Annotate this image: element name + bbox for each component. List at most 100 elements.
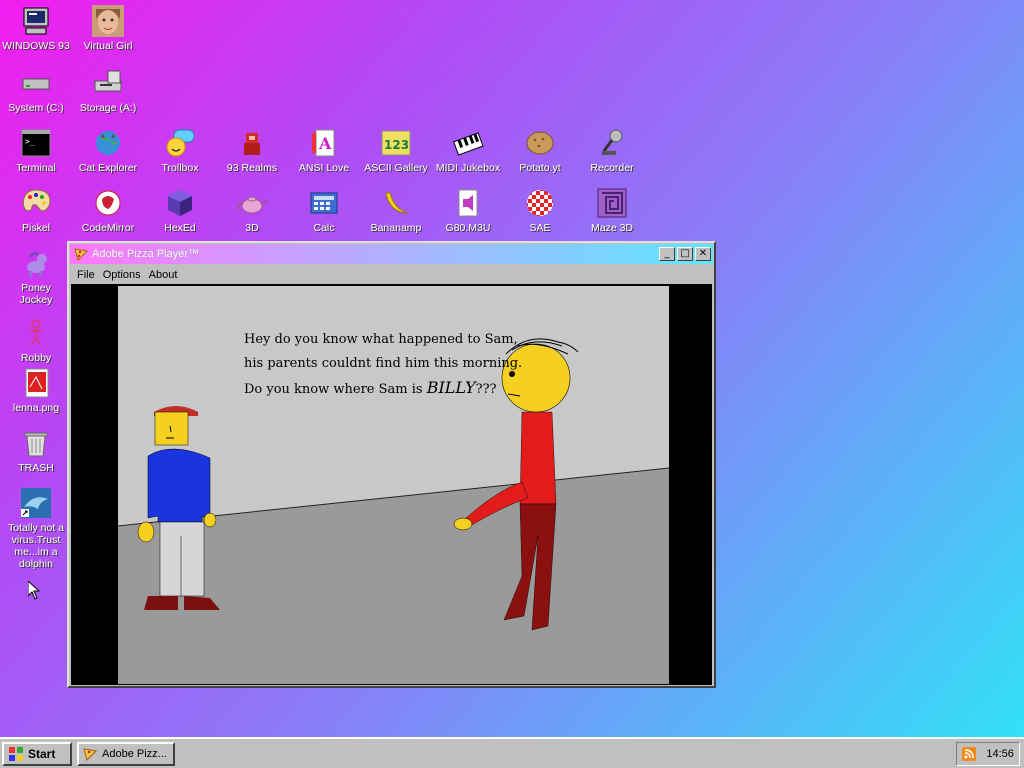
menu-bar: File Options About <box>69 265 714 285</box>
desktop-icon-piskel[interactable]: Piskel <box>0 186 72 234</box>
desktop-icon-label: Bananamp <box>370 222 422 234</box>
desktop-icon-dolphin[interactable]: Totally not a virus.Trust me...im a dolp… <box>0 486 72 570</box>
desktop-icon-codemirror[interactable]: CodeMirror <box>72 186 144 234</box>
realms-icon <box>235 126 269 160</box>
desktop-icon-system-c[interactable]: System (C:) <box>0 66 72 114</box>
desktop-icon-label: Trollbox <box>161 162 199 174</box>
pizza-icon <box>74 248 88 261</box>
system-tray: 14:56 <box>956 742 1020 766</box>
ansi-icon: A <box>307 126 341 160</box>
desktop-icon-virtual-girl[interactable]: Virtual Girl <box>72 4 144 52</box>
maze-icon <box>595 186 629 220</box>
minimize-button[interactable]: _ <box>659 247 675 261</box>
desktop-icon-label: SAE <box>529 222 551 234</box>
desktop-icon-label: HexEd <box>164 222 196 234</box>
animation-scene[interactable]: Hey do you know what happened to Sam, hi… <box>118 286 669 684</box>
desktop-icon-terminal[interactable]: >_ Terminal <box>0 126 72 174</box>
playlist-icon <box>451 186 485 220</box>
desktop-icon-label: System (C:) <box>8 102 64 114</box>
desktop-icon-sae[interactable]: SAE <box>504 186 576 234</box>
menu-file[interactable]: File <box>73 269 99 281</box>
desktop-icon-label: Terminal <box>16 162 56 174</box>
desktop-icon-label: Poney Jockey <box>19 282 53 306</box>
desktop-icon-3d[interactable]: 3D <box>216 186 288 234</box>
face-icon <box>91 4 125 38</box>
svg-text:123: 123 <box>384 138 409 152</box>
cube-icon <box>163 186 197 220</box>
computer-icon <box>19 4 53 38</box>
calculator-icon <box>307 186 341 220</box>
maximize-button[interactable]: □ <box>677 247 693 261</box>
ascii-icon: 123 <box>379 126 413 160</box>
desktop-icon-cat-explorer[interactable]: Cat Explorer <box>72 126 144 174</box>
start-button[interactable]: Start <box>2 742 72 766</box>
desktop-icon-label: Potato.yt <box>519 162 561 174</box>
close-button[interactable]: ✕ <box>695 247 711 261</box>
desktop-icon-label: Totally not a virus.Trust me...im a dolp… <box>7 522 65 570</box>
windows-logo-icon <box>9 747 23 761</box>
desktop-icon-trollbox[interactable]: Trollbox <box>144 126 216 174</box>
desktop-icon-ansi-love[interactable]: A ANSI Love <box>288 126 360 174</box>
desktop-icon-calc[interactable]: Calc <box>288 186 360 234</box>
desktop-icon-label: Recorder <box>590 162 634 174</box>
svg-text:A: A <box>318 134 332 153</box>
mouse-cursor-icon <box>28 581 40 600</box>
flash-player-viewport[interactable]: Hey do you know what happened to Sam, hi… <box>71 284 712 685</box>
chat-icon <box>163 126 197 160</box>
taskbar-item-label: Adobe Pizz... <box>102 748 167 760</box>
dialogue-line-2: his parents couldnt find him this mornin… <box>244 356 523 371</box>
desktop-icon-g80-m3u[interactable]: G80.M3U <box>432 186 504 234</box>
desktop-icon-label: ANSI Love <box>298 162 350 174</box>
rss-feed-icon[interactable] <box>962 747 977 761</box>
menu-about[interactable]: About <box>145 269 182 281</box>
desktop-icon-trash[interactable]: TRASH <box>0 426 72 474</box>
desktop-icon-label: ASCII Gallery <box>364 162 428 174</box>
dolphin-icon <box>19 486 53 520</box>
stickman-icon <box>19 316 53 350</box>
pony-icon <box>19 246 53 280</box>
globe-cat-icon <box>91 126 125 160</box>
window-titlebar[interactable]: Adobe Pizza Player™ _ □ ✕ <box>70 244 713 264</box>
desktop-icon-windows93[interactable]: WINDOWS 93 <box>0 4 72 52</box>
window-title: Adobe Pizza Player™ <box>92 248 199 260</box>
drive-icon <box>19 66 53 100</box>
desktop-icon-midi-jukebox[interactable]: MIDI Jukebox <box>432 126 504 174</box>
desktop-icon-hexed[interactable]: HexEd <box>144 186 216 234</box>
dialogue-text: Hey do you know what happened to Sam, hi… <box>244 328 522 402</box>
potato-icon <box>523 126 557 160</box>
desktop-icon-poney-jockey[interactable]: Poney Jockey <box>0 246 72 306</box>
desktop-icon-storage-a[interactable]: Storage (A:) <box>72 66 144 114</box>
banana-icon <box>379 186 413 220</box>
pizza-player-window[interactable]: Adobe Pizza Player™ _ □ ✕ File Options A… <box>67 241 716 688</box>
teapot-icon <box>235 186 269 220</box>
desktop-icon-recorder[interactable]: Recorder <box>576 126 648 174</box>
piano-icon <box>451 126 485 160</box>
terminal-icon: >_ <box>19 126 53 160</box>
image-file-icon <box>19 366 53 400</box>
desktop-icon-ascii-gallery[interactable]: 123 ASCII Gallery <box>360 126 432 174</box>
palette-icon <box>19 186 53 220</box>
desktop-icon-label: Robby <box>20 352 52 364</box>
desktop-icon-lenna-png[interactable]: lenna.png <box>0 366 72 414</box>
desktop-icon-label: MIDI Jukebox <box>435 162 501 174</box>
desktop-icon-label: TRASH <box>18 462 54 474</box>
trash-icon <box>19 426 53 460</box>
desktop-icon-label: Piskel <box>21 222 50 234</box>
desktop-icon-robby[interactable]: Robby <box>0 316 72 364</box>
menu-options[interactable]: Options <box>99 269 145 281</box>
dialogue-emphasis: BILLY <box>426 378 476 397</box>
desktop-icon-bananamp[interactable]: Bananamp <box>360 186 432 234</box>
desktop-icon-label: CodeMirror <box>81 222 135 234</box>
clock[interactable]: 14:56 <box>986 748 1014 760</box>
desktop-icon-label: lenna.png <box>12 402 60 414</box>
desktop-icon-label: 93 Realms <box>226 162 278 174</box>
desktop-icon-93-realms[interactable]: 93 Realms <box>216 126 288 174</box>
desktop-icon-label: Cat Explorer <box>78 162 138 174</box>
floppy-icon <box>91 66 125 100</box>
desktop-icon-label: Storage (A:) <box>79 102 137 114</box>
dialogue-line-1: Hey do you know what happened to Sam, <box>244 332 518 347</box>
desktop-icon-maze-3d[interactable]: Maze 3D <box>576 186 648 234</box>
desktop-icon-potato-yt[interactable]: Potato.yt <box>504 126 576 174</box>
desktop-icon-label: G80.M3U <box>445 222 491 234</box>
taskbar-item-pizza-player[interactable]: Adobe Pizz... <box>77 742 175 766</box>
